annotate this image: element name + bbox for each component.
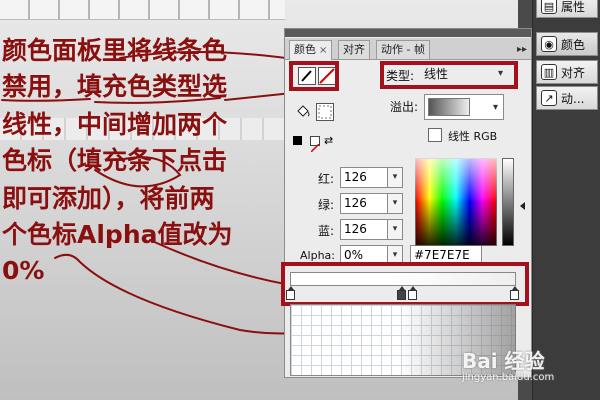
chevron-down-icon: ▾ — [492, 102, 498, 113]
red-dropdown-button[interactable]: ▾ — [387, 167, 403, 188]
dock-motion-button[interactable]: ↗ 动... — [536, 86, 598, 110]
properties-icon: ▤ — [541, 0, 557, 14]
overflow-label: 溢出: — [390, 100, 419, 114]
dock-color-button[interactable]: ◉ 颜色 — [536, 32, 598, 56]
dock-align-button[interactable]: ▥ 对齐 — [536, 60, 598, 84]
brightness-pointer-icon[interactable] — [520, 202, 525, 210]
stroke-underline-1 — [1, 98, 91, 102]
tab-color-label: 颜色 — [294, 43, 316, 56]
stroke-loop-color-stop — [94, 156, 182, 188]
brightness-slider[interactable] — [502, 158, 514, 246]
alpha-label: Alpha: — [300, 249, 335, 262]
dock-properties-button[interactable]: ▤ 属性 — [536, 0, 598, 18]
no-color-button[interactable] — [310, 136, 320, 153]
dock-motion-label: 动... — [561, 91, 585, 106]
align-icon: ▥ — [541, 64, 557, 80]
highlight-gradient-box — [281, 262, 529, 306]
red-label: 红: — [318, 172, 335, 186]
paint-bucket-icon[interactable] — [294, 103, 312, 121]
tab-color[interactable]: 颜色 × — [289, 40, 333, 60]
blue-dropdown-button[interactable]: ▾ — [387, 219, 403, 240]
motion-icon: ↗ — [541, 90, 557, 106]
swap-colors-icon[interactable]: ⇄ — [324, 134, 333, 147]
dock-color-label: 颜色 — [561, 37, 586, 52]
linear-rgb-checkbox[interactable] — [428, 128, 442, 142]
dock-properties-label: 属性 — [561, 0, 586, 14]
tab-align[interactable]: 对齐 — [338, 40, 370, 59]
stroke-arrow-to-stroke-swatch — [119, 50, 301, 61]
linear-rgb-label: 线性 RGB — [448, 130, 498, 143]
tab-actions-frame[interactable]: 动作 - 帧 — [376, 40, 430, 59]
green-field[interactable]: 126 — [340, 193, 388, 214]
blue-label: 蓝: — [318, 224, 335, 238]
overflow-preview — [428, 98, 470, 116]
watermark-logo: Bai 经验 — [462, 349, 545, 373]
highlight-stroke-box — [289, 61, 339, 91]
panel-tabs: 颜色 × 对齐 动作 - 帧 ▸▸ — [285, 38, 531, 60]
fill-color-swatch[interactable] — [316, 103, 334, 121]
watermark: Bai 经验 jingyan.baidu.com — [462, 345, 554, 383]
close-icon[interactable]: × — [319, 45, 327, 56]
stroke-underline-2 — [94, 97, 221, 104]
right-dock: ▤ 属性 ◉ 颜色 ▥ 对齐 ↗ 动... — [532, 0, 600, 400]
green-label: 绿: — [318, 198, 335, 212]
red-field[interactable]: 126 — [340, 167, 388, 188]
spectrum-highlight — [415, 158, 497, 202]
tab-actions-frame-label: 动作 - 帧 — [381, 43, 425, 56]
color-palette-icon: ◉ — [541, 36, 557, 52]
panel-menu-icon[interactable]: ▸▸ — [517, 44, 527, 55]
panel-title-bar[interactable] — [285, 29, 531, 37]
default-colors-icon[interactable] — [293, 136, 302, 145]
blue-field[interactable]: 126 — [340, 219, 388, 240]
green-dropdown-button[interactable]: ▾ — [387, 193, 403, 214]
highlight-type-box — [380, 61, 518, 89]
tab-align-label: 对齐 — [343, 43, 365, 56]
watermark-url: jingyan.baidu.com — [462, 372, 555, 383]
overflow-select[interactable]: ▾ — [424, 94, 504, 120]
dock-align-label: 对齐 — [561, 65, 586, 80]
